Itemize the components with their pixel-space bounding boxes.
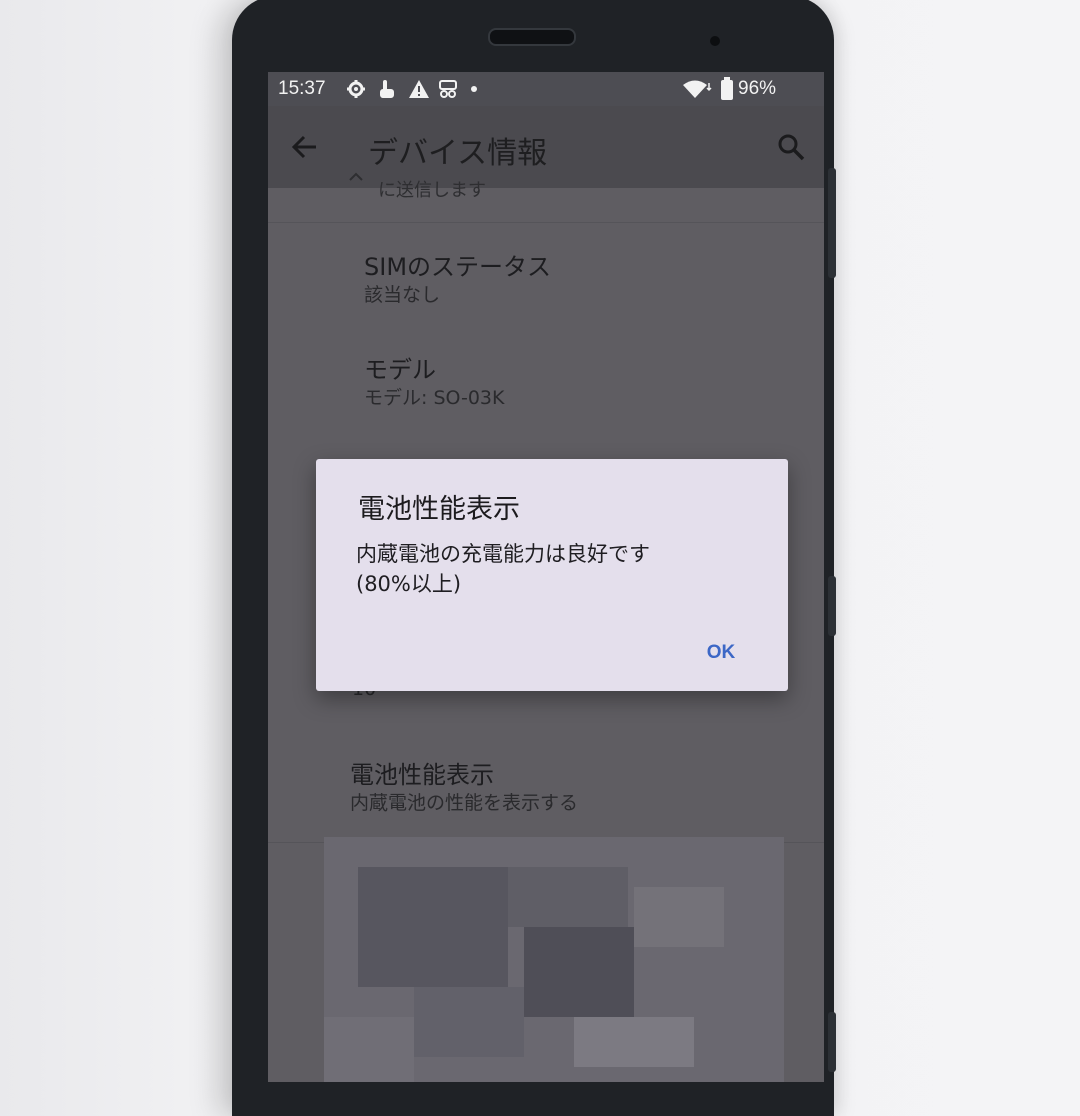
shutter-button [828,1012,836,1072]
pixelated-redaction [324,837,784,1082]
wifi-icon [683,80,712,98]
dialog-message-line: (80%以上) [356,572,462,596]
list-item-subtitle: 該当なし [364,284,441,306]
battery-dialog: 電池性能表示 内蔵電池の充電能力は良好です (80%以上) OK [316,459,788,691]
list-item-title: SIMのステータス [364,253,552,281]
earpiece-speaker [488,28,576,46]
touch-icon [380,80,394,98]
dialog-title: 電池性能表示 [358,494,520,525]
volume-button [828,168,836,278]
list-item-subtitle: モデル: SO-03K [364,387,505,409]
search-icon[interactable] [776,132,806,162]
cast-icon [439,80,457,98]
battery-icon [721,77,733,100]
power-button [828,576,836,636]
status-bar: 15:37 96% [268,72,824,106]
dialog-message: 内蔵電池の充電能力は良好です (80%以上) [356,539,756,599]
list-item-subtitle: 内蔵電池の性能を表示する [350,792,579,814]
battery-percent: 96% [738,78,777,99]
front-camera [710,36,720,46]
status-time: 15:37 [278,78,326,99]
page-title: デバイス情報 [368,136,548,171]
chevron-up-icon [349,172,363,181]
ok-button[interactable]: OK [696,635,746,671]
dialog-message-line: 内蔵電池の充電能力は良好です [356,542,650,566]
list-item-title: 電池性能表示 [350,761,494,789]
phone-device: 15:37 96% デバイス情報 に送信します SIMのステータス 該当なし モ… [232,0,836,1116]
list-item-title: モデル [364,356,436,384]
gear-icon [347,80,365,98]
dot-icon [471,86,477,92]
arrow-left-icon[interactable] [290,132,320,162]
divider [268,222,824,223]
partial-row-text: に送信します [378,180,486,201]
warning-icon [409,80,429,98]
phone-screen: 15:37 96% デバイス情報 に送信します SIMのステータス 該当なし モ… [268,72,824,1082]
